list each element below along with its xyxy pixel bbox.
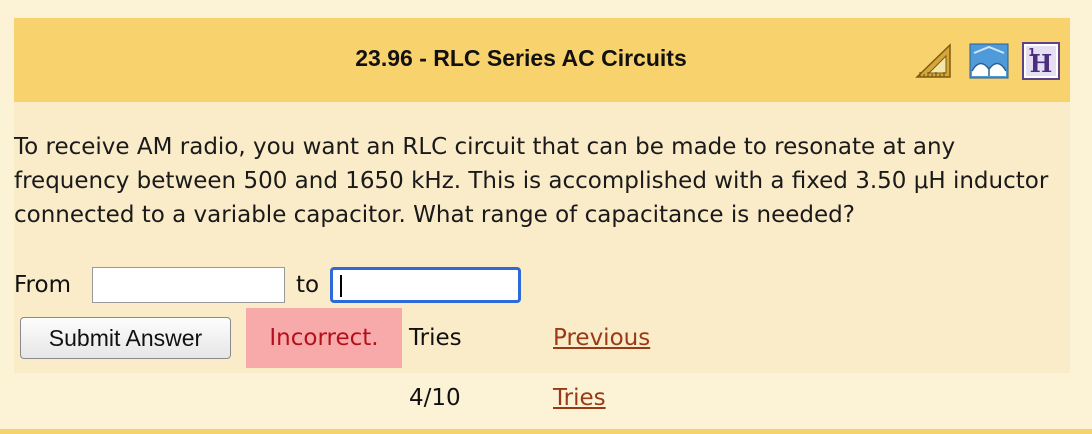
text-caret — [340, 275, 342, 297]
bottom-divider — [0, 429, 1092, 434]
question-text: To receive AM radio, you want an RLC cir… — [14, 134, 1049, 228]
calculator-ruler-icon[interactable] — [914, 41, 954, 81]
answer-row: From to — [14, 265, 521, 305]
from-input[interactable] — [92, 267, 285, 303]
problem-panel: 23.96 - RLC Series AC Circuits H 1 To re… — [14, 18, 1070, 411]
problem-title: 23.96 - RLC Series AC Circuits — [14, 42, 731, 74]
tries-count: Tries 4/10 — [409, 325, 462, 411]
help-icon[interactable]: H 1 — [1021, 41, 1061, 81]
svg-text:1: 1 — [1028, 46, 1036, 59]
submit-answer-button[interactable]: Submit Answer — [20, 317, 231, 359]
book-icon[interactable] — [969, 41, 1009, 81]
problem-header: 23.96 - RLC Series AC Circuits H 1 — [14, 18, 1070, 102]
status-badge: Incorrect. — [246, 308, 402, 368]
previous-tries-link[interactable]: Previous Tries — [553, 308, 650, 428]
to-input[interactable] — [330, 267, 521, 303]
from-label: From — [14, 272, 71, 298]
to-label: to — [295, 272, 320, 298]
problem-title-text: 23.96 - RLC Series AC Circuits — [355, 45, 687, 71]
